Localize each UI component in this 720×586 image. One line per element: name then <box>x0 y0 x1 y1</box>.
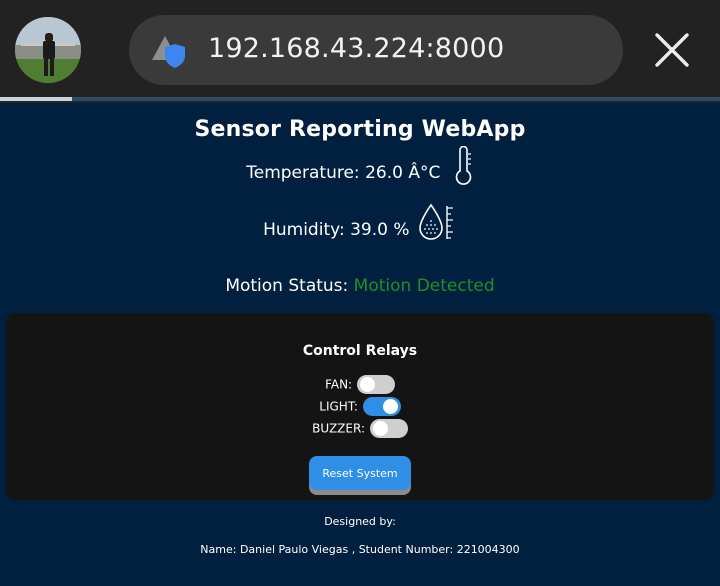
address-bar[interactable]: 192.168.43.224:8000 <box>129 15 623 85</box>
close-icon[interactable] <box>650 28 694 72</box>
reset-system-button[interactable]: Reset System <box>309 456 411 490</box>
temperature-text: Temperature: 26.0 Â°C <box>246 163 441 183</box>
relay-label-fan: FAN: <box>325 377 353 392</box>
page-content: Sensor Reporting WebApp Temperature: 26.… <box>0 103 720 586</box>
motion-status: Motion Status: Motion Detected <box>0 276 720 296</box>
control-relays-title: Control Relays <box>302 343 418 359</box>
designed-by-label: Designed by: <box>324 515 396 528</box>
relay-row-buzzer: BUZZER: <box>6 419 714 441</box>
url-text[interactable]: 192.168.43.224:8000 <box>208 33 504 64</box>
droplet-gauge-icon <box>419 203 453 240</box>
motion-label: Motion Status: <box>225 276 354 296</box>
page-title: Sensor Reporting WebApp <box>194 117 526 142</box>
motion-value: Motion Detected <box>353 276 495 296</box>
relay-row-fan: FAN: <box>6 375 714 397</box>
light-toggle[interactable] <box>362 397 401 416</box>
buzzer-toggle[interactable] <box>369 419 408 438</box>
humidity-reading: Humidity: 39.0 % <box>0 203 720 243</box>
relay-label-buzzer: BUZZER: <box>312 421 365 436</box>
avatar-photo <box>15 17 81 83</box>
fan-toggle[interactable] <box>356 375 395 394</box>
page-load-progress <box>0 97 720 101</box>
temperature-reading: Temperature: 26.0 Â°C <box>0 145 720 186</box>
author-credits: Name: Daniel Paulo Viegas , Student Numb… <box>200 543 520 556</box>
toggle-knob <box>382 399 398 414</box>
page-load-progress-fill <box>0 97 72 101</box>
browser-toolbar: 192.168.43.224:8000 <box>0 0 720 103</box>
relay-row-light: LIGHT: <box>6 397 714 419</box>
toggle-knob <box>359 377 375 392</box>
control-relays-panel: Control Relays FAN: LIGHT: BUZZER: Reset… <box>6 313 714 500</box>
avatar[interactable] <box>15 17 81 83</box>
toggle-knob <box>372 421 388 436</box>
relay-label-light: LIGHT: <box>319 399 358 414</box>
site-info-shield-icon[interactable] <box>151 33 189 71</box>
thermometer-icon <box>455 145 471 185</box>
humidity-text: Humidity: 39.0 % <box>263 220 410 240</box>
